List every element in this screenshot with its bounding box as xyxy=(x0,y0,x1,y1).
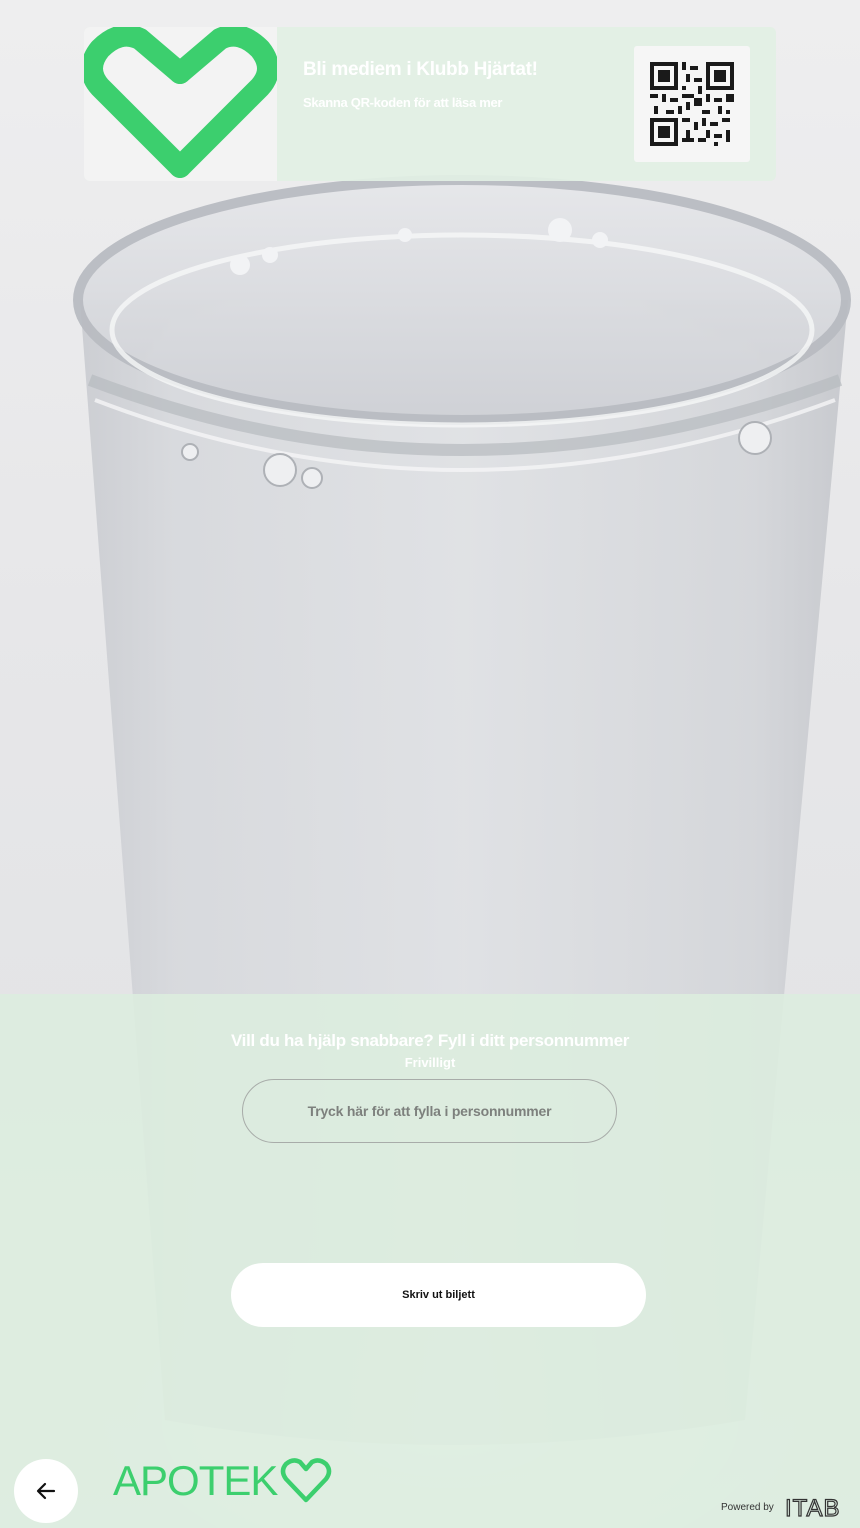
print-ticket-label: Skriv ut biljett xyxy=(402,1289,475,1301)
promo-title: Bli mediem i Klubb Hjärtat! xyxy=(303,59,538,80)
back-button[interactable] xyxy=(14,1459,78,1523)
promo-logo xyxy=(84,27,279,181)
club-promo-banner: Bli mediem i Klubb Hjärtat! Skanna QR-ko… xyxy=(84,27,776,181)
apotek-hjartat-logo: APOTEK xyxy=(113,1457,332,1504)
optional-label: Frivilligt xyxy=(404,1055,456,1070)
print-ticket-button[interactable]: Skriv ut biljett xyxy=(231,1263,646,1327)
personnummer-placeholder: Tryck här för att fylla i personnummer xyxy=(307,1103,552,1119)
qr-code xyxy=(634,46,750,162)
powered-by-label: Powered by xyxy=(721,1502,774,1513)
heart-icon xyxy=(84,27,279,178)
arrow-left-icon xyxy=(36,1482,56,1500)
brand-text: APOTEK xyxy=(113,1457,278,1504)
qr-code-icon xyxy=(650,62,734,146)
itab-text: ITAB xyxy=(785,1495,841,1521)
promo-subtitle: Skanna QR-koden för att läsa mer xyxy=(303,95,503,110)
itab-logo: ITAB xyxy=(785,1495,841,1521)
personnummer-prompt: Vill du ha hjälp snabbare? Fyll i ditt p… xyxy=(230,1031,630,1050)
input-panel xyxy=(0,994,860,1528)
personnummer-input[interactable]: Tryck här för att fylla i personnummer xyxy=(242,1079,617,1143)
